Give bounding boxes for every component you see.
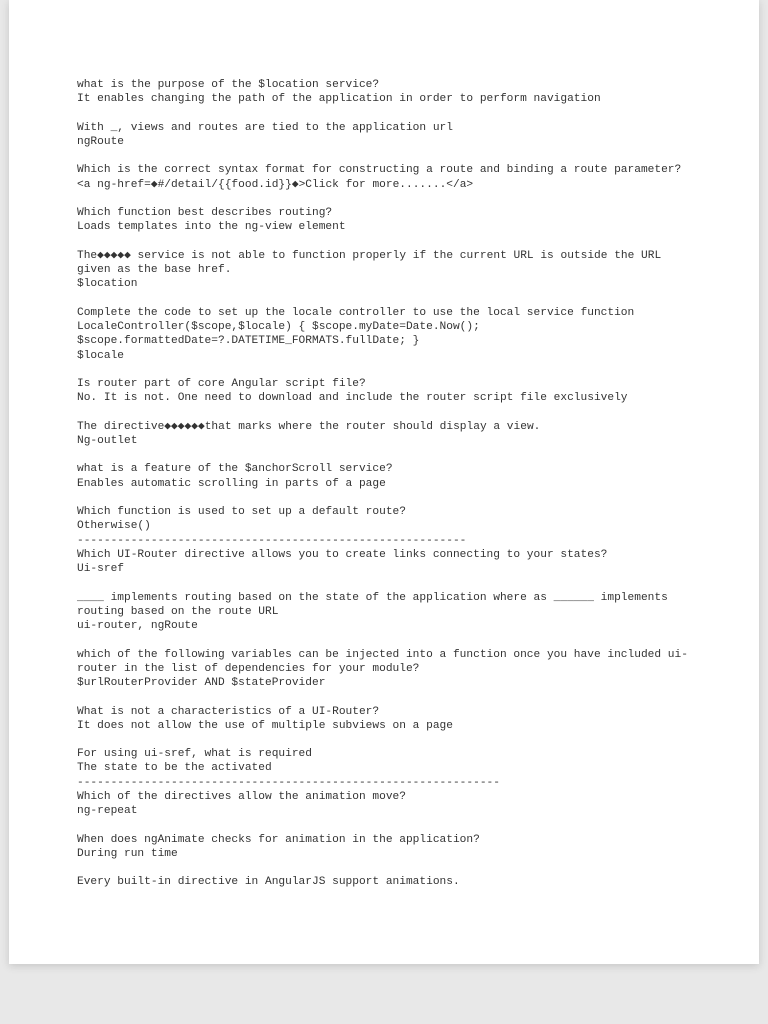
qa-block: For using ui-sref, what is required The …: [77, 747, 691, 790]
qa-block: Which function is used to set up a defau…: [77, 505, 691, 548]
qa-block: Is router part of core Angular script fi…: [77, 377, 691, 406]
qa-block: The directive◆◆◆◆◆◆that marks where the …: [77, 420, 691, 449]
qa-block: The◆◆◆◆◆ service is not able to function…: [77, 249, 691, 292]
qa-block: Complete the code to set up the locale c…: [77, 306, 691, 363]
qa-block: which of the following variables can be …: [77, 648, 691, 691]
qa-block: what is the purpose of the $location ser…: [77, 78, 691, 107]
qa-block: what is a feature of the $anchorScroll s…: [77, 462, 691, 491]
qa-block: Every built-in directive in AngularJS su…: [77, 875, 691, 889]
qa-block: Which is the correct syntax format for c…: [77, 163, 691, 192]
qa-block: With _, views and routes are tied to the…: [77, 121, 691, 150]
qa-block: Which of the directives allow the animat…: [77, 790, 691, 819]
qa-block: When does ngAnimate checks for animation…: [77, 833, 691, 862]
qa-block: ____ implements routing based on the sta…: [77, 591, 691, 634]
qa-block: Which UI-Router directive allows you to …: [77, 548, 691, 577]
qa-block: Which function best describes routing? L…: [77, 206, 691, 235]
qa-block: What is not a characteristics of a UI-Ro…: [77, 705, 691, 734]
document-page: what is the purpose of the $location ser…: [9, 0, 759, 964]
